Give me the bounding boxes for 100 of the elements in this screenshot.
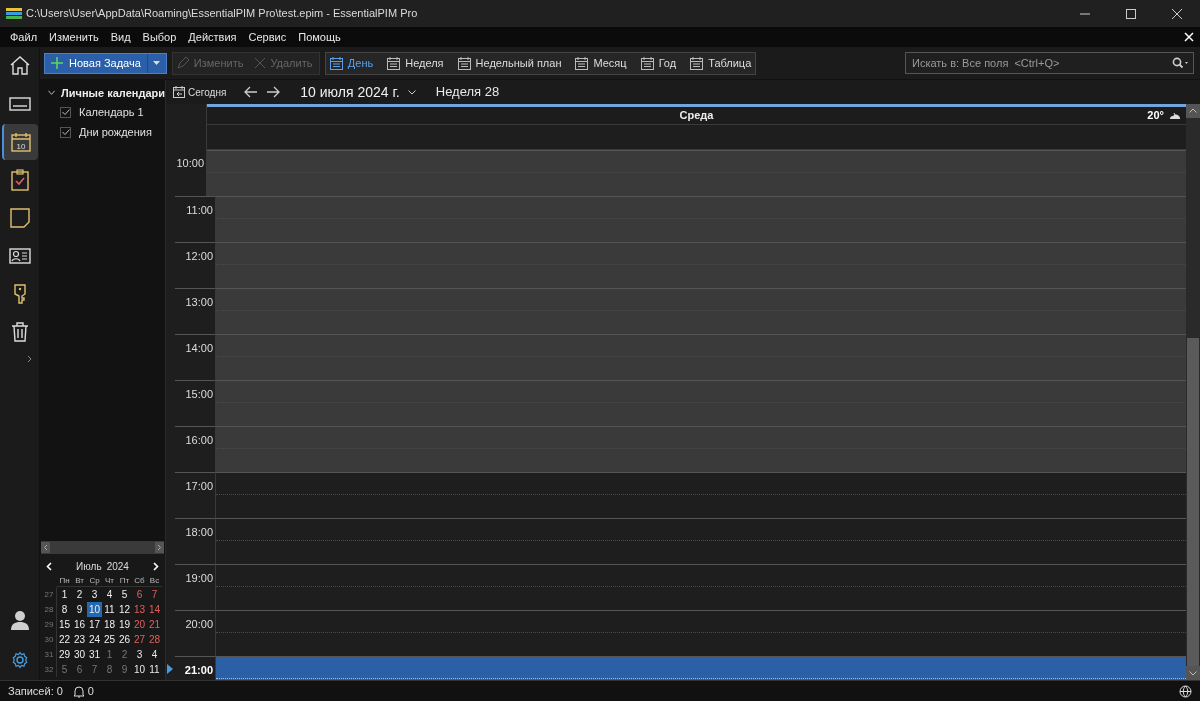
view-tab[interactable]: Таблица — [690, 54, 752, 72]
scrollbar-thumb[interactable] — [1187, 338, 1199, 666]
year-label[interactable]: 2024 — [106, 558, 129, 574]
weekday-label: Пт — [117, 574, 132, 587]
calendar-day[interactable]: 20 — [132, 617, 147, 632]
check-icon — [61, 129, 70, 135]
calendar-day[interactable]: 8 — [102, 662, 117, 677]
user-icon — [8, 609, 31, 631]
weekday-label: Чт — [102, 574, 117, 587]
menu-item[interactable]: Сервис — [242, 28, 293, 46]
calendar-day[interactable]: 9 — [117, 662, 132, 677]
week-number: 29 — [42, 617, 57, 632]
time-label: 11:00 — [186, 203, 213, 218]
calendar-day[interactable]: 1 — [102, 647, 117, 662]
check-icon — [61, 109, 70, 115]
next-month-icon — [153, 561, 159, 571]
time-label: 14:00 — [185, 341, 213, 356]
menu-item[interactable]: Вид — [104, 28, 137, 46]
calendar-day[interactable]: 25 — [102, 632, 117, 647]
weekday-label: Сб — [132, 574, 147, 587]
calendar-day[interactable]: 31 — [87, 647, 102, 662]
vertical-scrollbar[interactable] — [1186, 104, 1200, 680]
date-dropdown[interactable]: 10 июля 2024 г. — [300, 81, 416, 103]
time-label: 13:00 — [185, 295, 213, 310]
scroll-right-icon — [155, 542, 164, 553]
calendar-day[interactable]: 11 — [102, 602, 117, 617]
menu-item[interactable]: Действия — [182, 28, 243, 46]
view-tab[interactable]: Год — [640, 54, 677, 72]
calendar-day[interactable]: 2 — [72, 587, 87, 602]
calendar-day[interactable]: 18 — [102, 617, 117, 632]
menu-item[interactable]: Изменить — [43, 28, 105, 46]
month-label[interactable]: Июль — [76, 558, 102, 574]
sidebar-nav-button[interactable]: 10 — [1, 124, 38, 160]
scroll-down-icon — [1186, 666, 1200, 680]
calendar-day[interactable]: 6 — [72, 662, 87, 677]
calendar-day[interactable]: 10 — [132, 662, 147, 677]
week-number: 32 — [42, 662, 57, 677]
calendar-day[interactable]: 26 — [117, 632, 132, 647]
calendar-day[interactable]: 3 — [87, 587, 102, 602]
calendar-day[interactable]: 16 — [72, 617, 87, 632]
menu-item[interactable]: Помощь — [292, 28, 347, 46]
view-tab[interactable]: Неделя — [387, 54, 444, 72]
calendar-name[interactable]: Дни рождения — [79, 123, 152, 141]
calendar-day[interactable]: 5 — [117, 587, 132, 602]
today-button[interactable]: Сегодня — [173, 84, 227, 100]
calendar-day[interactable]: 14 — [147, 602, 162, 617]
note-icon — [7, 206, 32, 230]
calendar-icon — [329, 56, 343, 70]
calendar-day[interactable]: 9 — [72, 602, 87, 617]
calendar-day[interactable]: 2 — [117, 647, 132, 662]
checkbox[interactable] — [60, 126, 71, 138]
calendar-day[interactable]: 4 — [102, 587, 117, 602]
calendar-day[interactable]: 1 — [57, 587, 72, 602]
cloud-icon — [1168, 111, 1182, 120]
pencil-icon — [176, 57, 189, 69]
tree-group-label[interactable]: Личные календари — [61, 84, 165, 102]
view-tab[interactable]: Месяц — [575, 54, 627, 72]
calendar-day[interactable]: 17 — [87, 617, 102, 632]
calendar-day[interactable]: 22 — [57, 632, 72, 647]
calendar-day[interactable]: 21 — [147, 617, 162, 632]
time-label: 20:00 — [185, 617, 213, 632]
menu-item[interactable]: Выбор — [136, 28, 183, 46]
time-label: 17:00 — [185, 479, 213, 494]
calendar-name[interactable]: Календарь 1 — [79, 103, 144, 121]
search-field[interactable]: Искать в: Все поля <Ctrl+Q> — [905, 52, 1194, 74]
close-icon — [255, 58, 266, 68]
calendar-day[interactable]: 19 — [117, 617, 132, 632]
time-label: 12:00 — [185, 249, 213, 264]
calendar-day[interactable]: 29 — [57, 647, 72, 662]
temperature: 20° — [1147, 108, 1164, 124]
calendar-day[interactable]: 15 — [57, 617, 72, 632]
bell-icon — [72, 684, 85, 698]
calendar-day[interactable]: 7 — [87, 662, 102, 677]
calendar-day[interactable]: 8 — [57, 602, 72, 617]
menu-item[interactable]: Файл — [4, 28, 44, 46]
view-tab[interactable]: Недельный план — [457, 54, 562, 72]
calendar-day[interactable]: 4 — [147, 647, 162, 662]
calendar-day[interactable]: 6 — [132, 587, 147, 602]
calendar-day[interactable]: 13 — [132, 602, 147, 617]
week-number: 28 — [42, 602, 57, 617]
calendar-day[interactable]: 30 — [72, 647, 87, 662]
calendar-day[interactable]: 10 — [87, 602, 102, 617]
calendar-day[interactable]: 11 — [147, 662, 162, 677]
calendar-day[interactable]: 28 — [147, 632, 162, 647]
calendar-day[interactable]: 12 — [117, 602, 132, 617]
checkbox[interactable] — [60, 106, 71, 118]
calendar-day[interactable]: 5 — [57, 662, 72, 677]
calendar-day[interactable]: 24 — [87, 632, 102, 647]
settings-icon — [10, 651, 29, 669]
close-icon — [1171, 8, 1183, 19]
horizontal-scrollbar[interactable] — [41, 541, 164, 554]
weekday-header: Среда — [679, 108, 714, 124]
weekday-label: Ср — [87, 574, 102, 587]
calendar-day[interactable]: 27 — [132, 632, 147, 647]
view-tab[interactable]: День — [329, 54, 374, 72]
calendar-day[interactable]: 7 — [147, 587, 162, 602]
calendar-day[interactable]: 3 — [132, 647, 147, 662]
week-number: 30 — [42, 632, 57, 647]
maximize-icon — [1125, 8, 1137, 19]
calendar-day[interactable]: 23 — [72, 632, 87, 647]
